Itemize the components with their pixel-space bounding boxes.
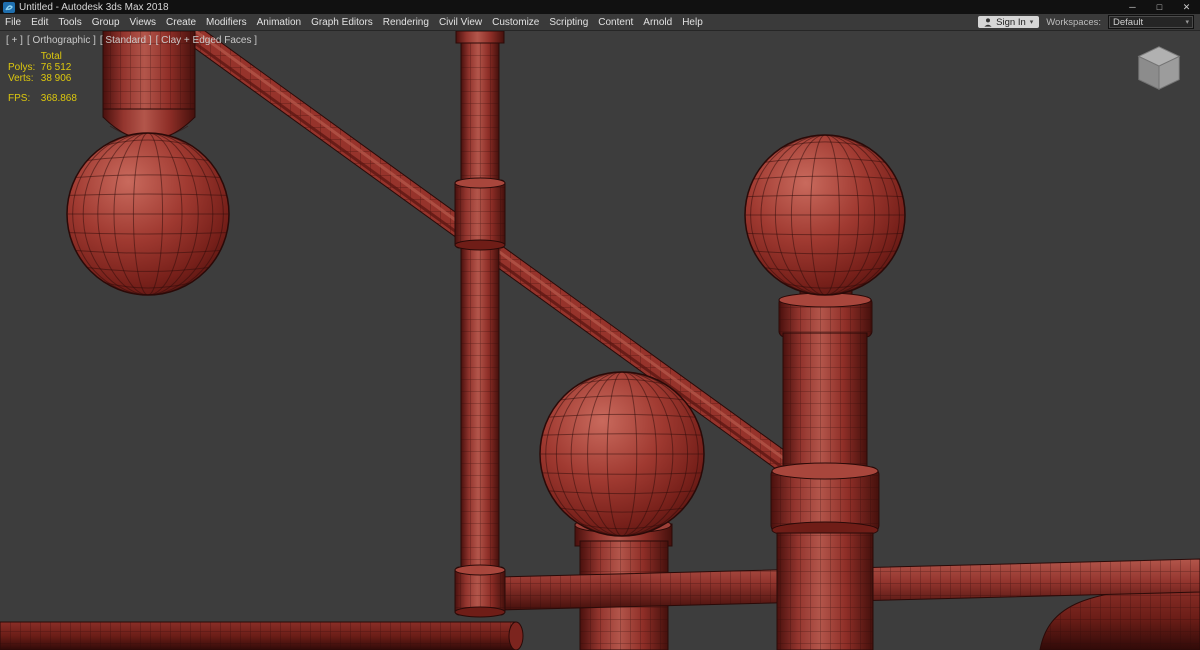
viewport-statistics: Total Polys: 76 512 Verts: 38 906 FPS: 3… bbox=[8, 51, 77, 104]
stats-fps-row: FPS: 368.868 bbox=[8, 93, 77, 104]
menu-file[interactable]: File bbox=[0, 17, 26, 28]
menu-help[interactable]: Help bbox=[677, 17, 708, 28]
window-title: Untitled - Autodesk 3ds Max 2018 bbox=[19, 1, 169, 13]
sign-in-button[interactable]: Sign In ▾ bbox=[978, 16, 1040, 28]
stats-polys-value: 76 512 bbox=[40, 62, 72, 73]
menu-scripting[interactable]: Scripting bbox=[544, 17, 593, 28]
model-right-sphere[interactable] bbox=[744, 134, 906, 296]
menu-create[interactable]: Create bbox=[161, 17, 201, 28]
model-pole-bottom-joint[interactable] bbox=[454, 564, 506, 618]
menu-group[interactable]: Group bbox=[87, 17, 125, 28]
model-right-post[interactable] bbox=[770, 282, 880, 650]
menu-bar-right: Sign In ▾ Workspaces: Default ▾ bbox=[978, 15, 1200, 29]
model-bottom-rail[interactable] bbox=[0, 621, 524, 650]
workspaces-value: Default bbox=[1113, 16, 1144, 28]
sign-in-label: Sign In bbox=[996, 16, 1026, 28]
close-button[interactable]: ✕ bbox=[1173, 0, 1200, 14]
menu-modifiers[interactable]: Modifiers bbox=[201, 17, 252, 28]
model-vertical-pole[interactable] bbox=[455, 31, 505, 594]
viewcube[interactable] bbox=[1130, 41, 1188, 95]
menu-views[interactable]: Views bbox=[125, 17, 162, 28]
window-controls: ─ □ ✕ bbox=[1119, 0, 1200, 14]
viewport-canvas[interactable] bbox=[0, 31, 1200, 650]
app-window: Untitled - Autodesk 3ds Max 2018 ─ □ ✕ F… bbox=[0, 0, 1200, 650]
menu-animation[interactable]: Animation bbox=[252, 17, 306, 28]
menu-arnold[interactable]: Arnold bbox=[638, 17, 677, 28]
workspaces-dropdown[interactable]: Default ▾ bbox=[1108, 15, 1194, 29]
app-icon bbox=[3, 1, 15, 13]
menu-bar: File Edit Tools Group Views Create Modif… bbox=[0, 14, 1200, 31]
stats-verts-value: 38 906 bbox=[40, 73, 72, 84]
viewport-menu-standard[interactable]: [ Standard ] bbox=[100, 35, 152, 46]
model-left-post[interactable] bbox=[102, 31, 196, 147]
menu-graph-editors[interactable]: Graph Editors bbox=[306, 17, 378, 28]
chevron-down-icon: ▾ bbox=[1185, 19, 1189, 26]
maximize-button[interactable]: □ bbox=[1146, 0, 1173, 14]
stats-verts-row: Verts: 38 906 bbox=[8, 73, 77, 84]
model-middle-sphere[interactable] bbox=[539, 371, 705, 537]
stats-fps-label: FPS: bbox=[8, 93, 31, 104]
menu-content[interactable]: Content bbox=[593, 17, 638, 28]
stats-polys-row: Polys: 76 512 bbox=[8, 62, 77, 73]
stats-total-label: Total bbox=[40, 51, 62, 62]
menu-rendering[interactable]: Rendering bbox=[378, 17, 434, 28]
model-corner-object[interactable] bbox=[1039, 587, 1200, 650]
viewport[interactable]: [ + ] [ Orthographic ] [ Standard ] [ Cl… bbox=[0, 31, 1200, 650]
user-icon bbox=[984, 17, 992, 27]
model-pole-joint[interactable] bbox=[454, 177, 506, 251]
viewport-menu-shading[interactable]: [ Clay + Edged Faces ] bbox=[156, 35, 257, 46]
menu-edit[interactable]: Edit bbox=[26, 17, 53, 28]
minimize-button[interactable]: ─ bbox=[1119, 0, 1146, 14]
title-bar: Untitled - Autodesk 3ds Max 2018 ─ □ ✕ bbox=[0, 0, 1200, 14]
viewport-menu-general[interactable]: [ + ] bbox=[6, 35, 23, 46]
workspaces-label: Workspaces: bbox=[1046, 16, 1101, 28]
stats-total-row: Total bbox=[8, 51, 77, 62]
model-left-sphere[interactable] bbox=[66, 132, 230, 296]
viewport-menu-pov[interactable]: [ Orthographic ] bbox=[27, 35, 96, 46]
chevron-down-icon: ▾ bbox=[1029, 19, 1034, 26]
stats-fps-value: 368.868 bbox=[40, 93, 77, 104]
viewport-label: [ + ] [ Orthographic ] [ Standard ] [ Cl… bbox=[6, 35, 257, 46]
menu-civil-view[interactable]: Civil View bbox=[434, 17, 487, 28]
stats-polys-label: Polys: bbox=[8, 62, 36, 73]
menu-customize[interactable]: Customize bbox=[487, 17, 544, 28]
menu-tools[interactable]: Tools bbox=[53, 17, 86, 28]
stats-verts-label: Verts: bbox=[8, 73, 34, 84]
